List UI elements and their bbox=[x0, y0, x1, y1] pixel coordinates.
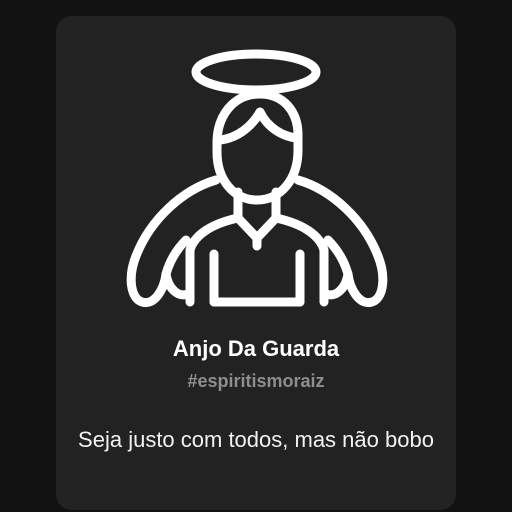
angel-icon bbox=[120, 40, 392, 312]
post-title: Anjo Da Guarda bbox=[172, 336, 340, 361]
hashtag-link[interactable]: #espiritismoraiz bbox=[56, 368, 456, 394]
quote-text: Seja justo com todos, mas não bobo bbox=[78, 427, 434, 452]
